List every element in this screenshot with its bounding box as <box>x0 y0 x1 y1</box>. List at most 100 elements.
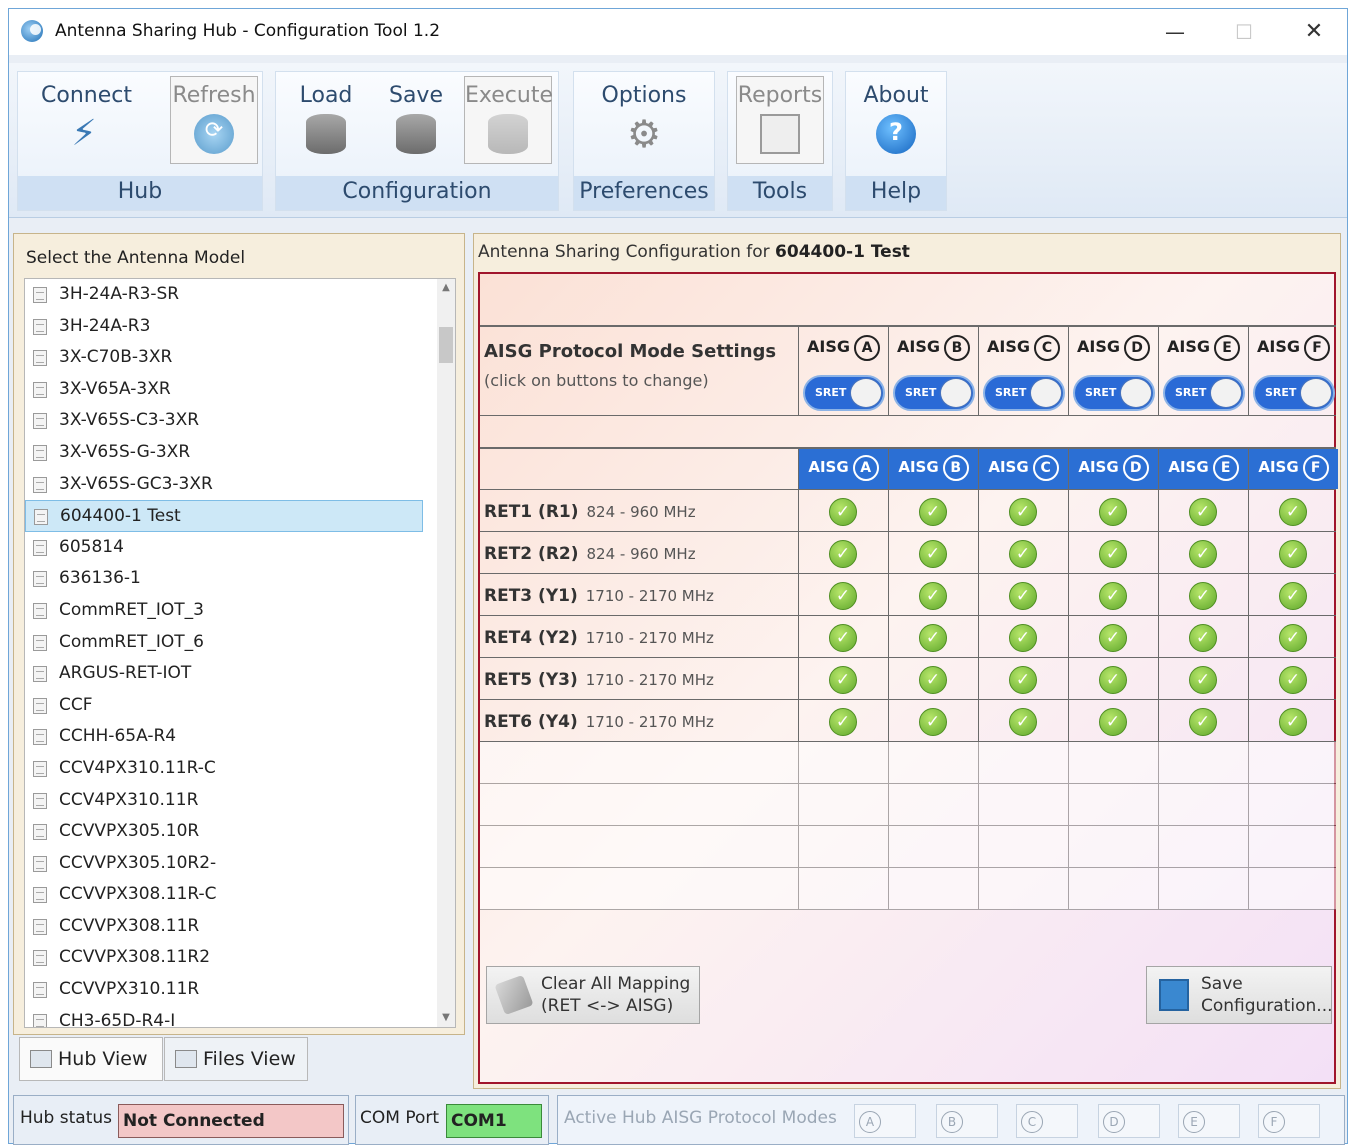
ret-frequency: 1710 - 2170 MHz <box>585 629 714 647</box>
com-port-value: COM1 <box>446 1104 542 1138</box>
clear-all-mapping-button[interactable]: Clear All Mapping (RET <-> AISG) <box>486 966 700 1024</box>
list-item[interactable]: CCVVPX310.11R <box>25 974 455 1006</box>
scroll-down-icon[interactable]: ▼ <box>437 1009 455 1027</box>
minimize-button[interactable]: — <box>1152 17 1198 49</box>
mode-letter: A <box>859 1111 881 1133</box>
tab-files-view[interactable]: Files View <box>164 1037 308 1081</box>
check-icon[interactable]: ✓ <box>829 708 857 736</box>
check-icon[interactable]: ✓ <box>1279 582 1307 610</box>
check-icon[interactable]: ✓ <box>1009 498 1037 526</box>
list-item[interactable]: 605814 <box>25 532 455 564</box>
list-item[interactable]: CommRET_IOT_3 <box>25 595 455 627</box>
check-icon[interactable]: ✓ <box>829 540 857 568</box>
check-icon[interactable]: ✓ <box>919 666 947 694</box>
list-item[interactable]: CCVVPX305.10R <box>25 816 455 848</box>
list-item[interactable]: CCVVPX305.10R2- <box>25 848 455 880</box>
save-button[interactable]: Save <box>372 76 460 164</box>
options-button[interactable]: Options ⚙ <box>600 76 688 164</box>
list-item[interactable]: ARGUS-RET-IOT <box>25 658 455 690</box>
check-icon[interactable]: ✓ <box>1189 498 1217 526</box>
check-icon[interactable]: ✓ <box>1189 708 1217 736</box>
check-icon[interactable]: ✓ <box>919 624 947 652</box>
list-item[interactable]: CH3-65D-R4-I <box>25 1006 455 1027</box>
check-icon[interactable]: ✓ <box>919 708 947 736</box>
list-item[interactable]: 3X-V65S-G-3XR <box>25 437 455 469</box>
list-item[interactable]: 3H-24A-R3-SR <box>25 279 455 311</box>
check-icon[interactable]: ✓ <box>1189 666 1217 694</box>
connect-button[interactable]: Connect ⚡ <box>40 76 132 164</box>
antenna-model-list[interactable]: 3H-24A-R3-SR 3H-24A-R3 3X-C70B-3XR 3X-V65A-… <box>24 278 456 1028</box>
check-icon[interactable]: ✓ <box>1009 582 1037 610</box>
sret-toggle-a[interactable]: SRET <box>803 375 885 411</box>
document-icon <box>33 602 47 619</box>
check-icon[interactable]: ✓ <box>919 498 947 526</box>
check-icon[interactable]: ✓ <box>1009 624 1037 652</box>
close-button[interactable]: ✕ <box>1291 17 1337 49</box>
check-icon[interactable]: ✓ <box>1099 498 1127 526</box>
check-icon[interactable]: ✓ <box>1099 666 1127 694</box>
aisg-cell-d: AISG D SRET <box>1068 327 1158 415</box>
sret-toggle-f[interactable]: SRET <box>1253 375 1335 411</box>
check-icon[interactable]: ✓ <box>1279 624 1307 652</box>
document-icon <box>33 729 47 746</box>
list-item[interactable]: CCVVPX308.11R2 <box>25 942 455 974</box>
list-item[interactable]: 3H-24A-R3 <box>25 311 455 343</box>
sret-toggle-c[interactable]: SRET <box>983 375 1065 411</box>
sret-toggle-d[interactable]: SRET <box>1073 375 1155 411</box>
scroll-up-icon[interactable]: ▲ <box>437 279 455 297</box>
list-item[interactable]: CommRET_IOT_6 <box>25 627 455 659</box>
check-icon[interactable]: ✓ <box>829 582 857 610</box>
document-icon <box>33 918 47 935</box>
check-icon[interactable]: ✓ <box>919 540 947 568</box>
check-icon[interactable]: ✓ <box>1009 540 1037 568</box>
check-icon[interactable]: ✓ <box>1279 498 1307 526</box>
list-scrollbar[interactable]: ▲ ▼ <box>437 279 455 1027</box>
active-mode-indicator-a: A <box>854 1104 916 1138</box>
execute-button[interactable]: Execute <box>464 76 553 164</box>
list-item[interactable]: CCVVPX308.11R-C <box>25 879 455 911</box>
check-icon[interactable]: ✓ <box>1189 582 1217 610</box>
list-item[interactable]: 636136-1 <box>25 563 455 595</box>
maximize-button[interactable]: ☐ <box>1221 17 1267 49</box>
list-item[interactable]: 3X-V65A-3XR <box>25 374 455 406</box>
refresh-button[interactable]: Refresh ⟳ <box>170 76 258 164</box>
check-icon[interactable]: ✓ <box>829 624 857 652</box>
active-mode-indicator-c: C <box>1016 1104 1078 1138</box>
list-item[interactable]: CCV4PX310.11R-C <box>25 753 455 785</box>
document-icon <box>33 887 47 904</box>
list-item[interactable]: CCF <box>25 690 455 722</box>
save-configuration-button[interactable]: Save Configuration... <box>1146 966 1333 1024</box>
about-button[interactable]: About ? <box>852 76 940 164</box>
check-icon[interactable]: ✓ <box>1189 540 1217 568</box>
check-icon[interactable]: ✓ <box>919 582 947 610</box>
check-icon[interactable]: ✓ <box>1099 582 1127 610</box>
reports-button[interactable]: Reports <box>736 76 824 164</box>
tab-hub-view[interactable]: Hub View <box>19 1037 163 1081</box>
check-icon[interactable]: ✓ <box>829 498 857 526</box>
aisg-prefix: AISG <box>1077 337 1120 356</box>
sret-toggle-e[interactable]: SRET <box>1163 375 1245 411</box>
check-icon[interactable]: ✓ <box>1279 540 1307 568</box>
save-button-line1: Save <box>1201 974 1243 994</box>
check-icon[interactable]: ✓ <box>1099 540 1127 568</box>
list-item[interactable]: CCHH-65A-R4 <box>25 721 455 753</box>
list-item[interactable]: 3X-C70B-3XR <box>25 342 455 374</box>
list-item[interactable]: CCV4PX310.11R <box>25 785 455 817</box>
list-item[interactable]: 3X-V65S-GC3-3XR <box>25 469 455 501</box>
check-icon[interactable]: ✓ <box>1099 708 1127 736</box>
list-item[interactable]: CCVVPX308.11R <box>25 911 455 943</box>
check-icon[interactable]: ✓ <box>1009 666 1037 694</box>
check-icon[interactable]: ✓ <box>1009 708 1037 736</box>
list-item[interactable]: 3X-V65S-C3-3XR <box>25 405 455 437</box>
check-icon[interactable]: ✓ <box>1279 666 1307 694</box>
check-icon[interactable]: ✓ <box>1099 624 1127 652</box>
check-icon[interactable]: ✓ <box>829 666 857 694</box>
scroll-thumb[interactable] <box>439 327 453 363</box>
ribbon-group-help-label: Help <box>846 176 946 210</box>
list-item[interactable]: 604400-1 Test <box>25 500 423 532</box>
load-button[interactable]: Load <box>282 76 370 164</box>
check-icon[interactable]: ✓ <box>1279 708 1307 736</box>
check-icon[interactable]: ✓ <box>1189 624 1217 652</box>
sret-toggle-b[interactable]: SRET <box>893 375 975 411</box>
protocol-mode-label: AISG Protocol Mode Settings <box>484 341 777 362</box>
